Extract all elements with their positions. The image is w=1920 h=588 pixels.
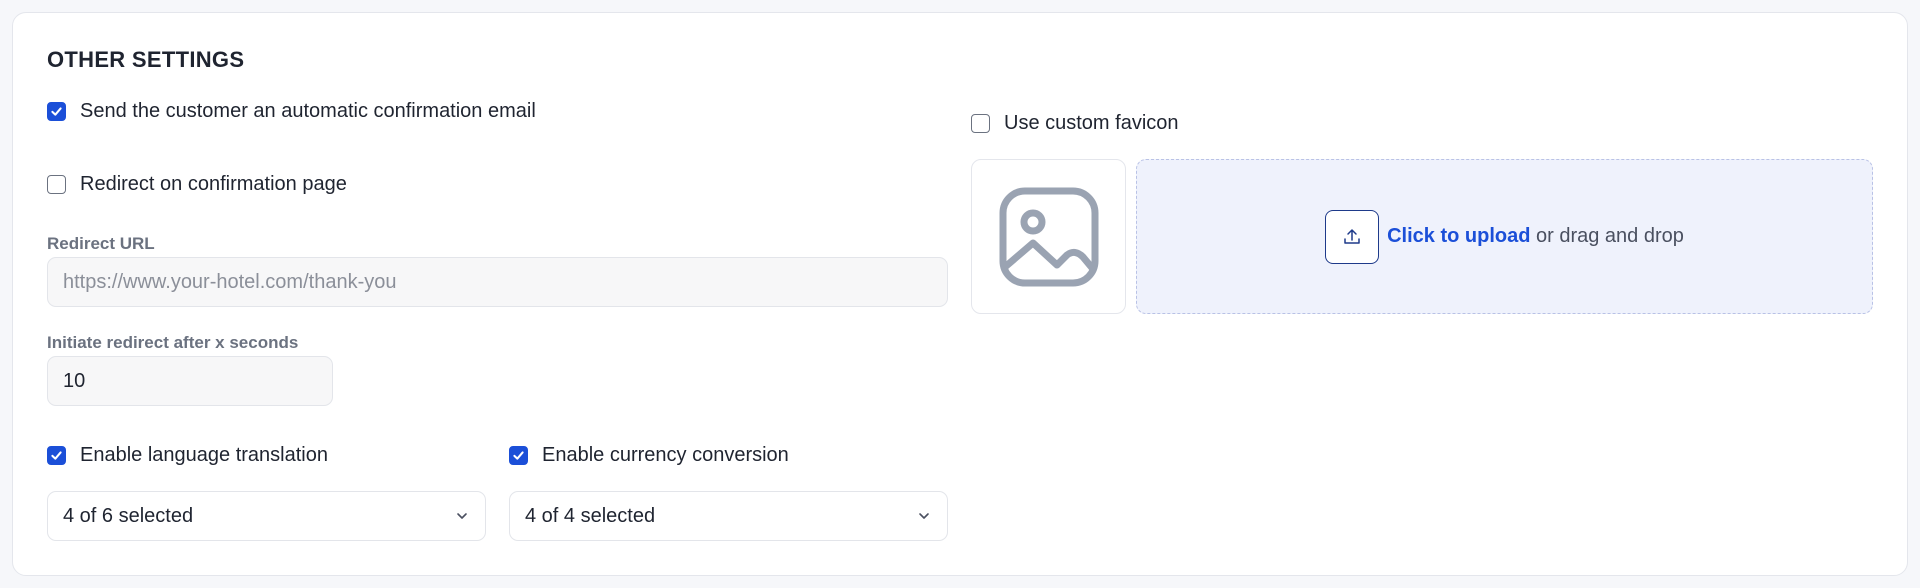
currency-conversion-checkbox[interactable] — [509, 446, 528, 465]
click-to-upload-link[interactable]: Click to upload — [1387, 225, 1530, 247]
redirect-url-field[interactable] — [47, 257, 948, 307]
custom-favicon-checkbox[interactable] — [971, 114, 990, 133]
redirect-delay-field[interactable] — [47, 356, 333, 406]
currency-conversion-label: Enable currency conversion — [542, 444, 789, 466]
language-translation-label: Enable language translation — [80, 444, 328, 466]
chevron-down-icon — [919, 513, 929, 519]
confirmation-email-option[interactable]: Send the customer an automatic confirmat… — [47, 100, 536, 123]
redirect-checkbox[interactable] — [47, 175, 66, 194]
confirmation-email-checkbox[interactable] — [47, 102, 66, 121]
redirect-label: Redirect on confirmation page — [80, 173, 347, 195]
language-translation-option[interactable]: Enable language translation — [47, 444, 328, 467]
redirect-option[interactable]: Redirect on confirmation page — [47, 173, 347, 196]
custom-favicon-option[interactable]: Use custom favicon — [971, 112, 1179, 135]
favicon-dropzone[interactable]: Click to upload or drag and drop — [1136, 159, 1873, 314]
favicon-preview — [971, 159, 1126, 314]
redirect-delay-input[interactable] — [63, 369, 317, 393]
language-select-value: 4 of 6 selected — [63, 504, 194, 527]
language-translation-checkbox[interactable] — [47, 446, 66, 465]
checkmark-icon — [51, 107, 62, 116]
currency-select-value: 4 of 4 selected — [525, 504, 656, 527]
redirect-delay-label: Initiate redirect after x seconds — [47, 333, 299, 352]
upload-button[interactable] — [1325, 209, 1380, 264]
custom-favicon-label: Use custom favicon — [1004, 112, 1179, 134]
redirect-url-label: Redirect URL — [47, 234, 155, 253]
section-title: OTHER SETTINGS — [47, 47, 245, 72]
chevron-down-icon — [457, 513, 467, 519]
checkmark-icon — [51, 451, 62, 460]
drag-and-drop-hint: or drag and drop — [1536, 225, 1684, 247]
checkmark-icon — [513, 451, 524, 460]
upload-icon — [1344, 228, 1360, 244]
currency-select[interactable]: 4 of 4 selected — [509, 491, 948, 541]
image-placeholder-icon — [999, 187, 1098, 286]
language-select[interactable]: 4 of 6 selected — [47, 491, 486, 541]
currency-conversion-option[interactable]: Enable currency conversion — [509, 444, 789, 467]
redirect-url-input[interactable] — [63, 270, 932, 294]
confirmation-email-label: Send the customer an automatic confirmat… — [80, 100, 536, 122]
